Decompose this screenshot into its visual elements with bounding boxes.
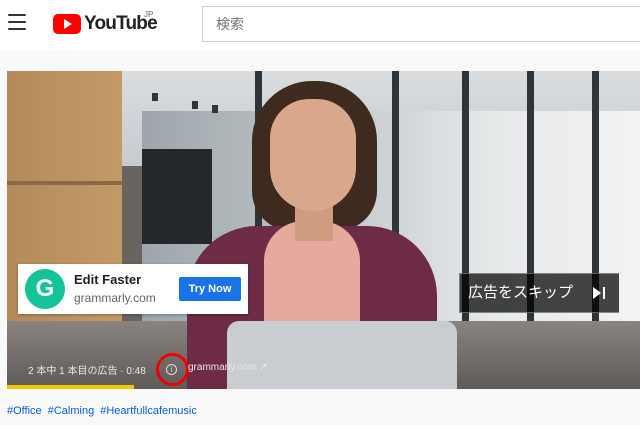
grammarly-logo-icon: G [25, 269, 65, 309]
top-bar: YouTube JP 検索 [0, 0, 640, 50]
hashtag-link[interactable]: #Calming [48, 405, 94, 417]
skip-ad-label: 広告をスキップ [468, 284, 574, 301]
ad-overlay-card[interactable]: G Edit Faster grammarly.com Try Now [18, 264, 248, 314]
skip-ad-button[interactable]: 広告をスキップ [459, 273, 619, 313]
hashtag-link[interactable]: #Office [7, 405, 42, 417]
try-now-button[interactable]: Try Now [179, 277, 241, 301]
ad-card-title: Edit Faster [74, 272, 142, 287]
advertiser-link-text: grammarly.com [188, 362, 257, 373]
logo-region: JP [144, 10, 154, 19]
youtube-logo[interactable]: YouTube [53, 12, 158, 36]
skip-next-icon [593, 287, 607, 299]
laptop-figure [227, 321, 457, 389]
video-player[interactable] [7, 71, 640, 389]
hashtag-list: #Office #Calming #Heartfullcafemusic [7, 405, 200, 417]
advertiser-link[interactable]: grammarly.com ↗ [188, 362, 267, 373]
hashtag-link[interactable]: #Heartfullcafemusic [100, 405, 197, 417]
search-input[interactable]: 検索 [202, 6, 640, 42]
ad-progress-bar [7, 385, 134, 389]
info-icon[interactable]: i [166, 364, 177, 375]
youtube-play-icon [53, 14, 81, 34]
ad-card-domain: grammarly.com [74, 291, 156, 305]
hamburger-menu-icon[interactable] [8, 14, 28, 32]
ad-position-text: 2 本中 1 本目の広告 · 0:48 [28, 366, 146, 377]
ad-logo-letter: G [35, 275, 55, 302]
